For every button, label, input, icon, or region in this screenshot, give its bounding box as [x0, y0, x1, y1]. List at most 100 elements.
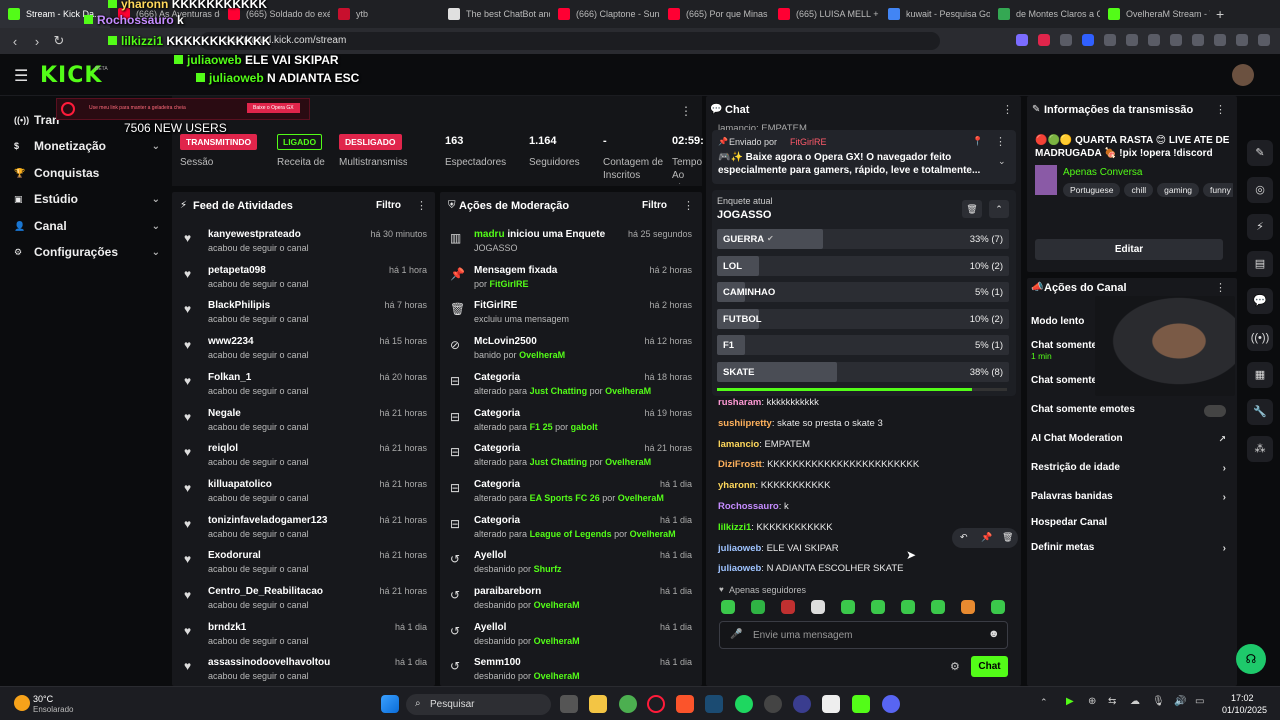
tag-pill[interactable]: funny — [1203, 183, 1233, 197]
user-avatar[interactable] — [1232, 64, 1254, 86]
reply-icon[interactable]: ↶ — [960, 532, 968, 543]
info-menu-icon[interactable]: ⋮ — [1215, 103, 1226, 116]
mod-actor[interactable]: Categoria — [474, 479, 520, 490]
chat-username[interactable]: sushiipretty — [718, 418, 772, 429]
channel-action-row[interactable]: Chat somente emotes — [1031, 404, 1226, 422]
stats-menu-icon[interactable]: ⋮ — [680, 104, 692, 118]
sidebar-item-3[interactable]: ▣ Estúdio ⌄ — [14, 189, 160, 209]
mod-actor[interactable]: Categoria — [474, 408, 520, 419]
mod-detail-link[interactable]: Shurfz — [534, 564, 562, 574]
help-fab[interactable]: ☊ — [1236, 644, 1266, 674]
feed-username[interactable]: Exodorural — [208, 550, 261, 561]
broadcast-tool-icon[interactable]: ((•)) — [1247, 325, 1273, 351]
wrench-tool-icon[interactable]: 🔧 — [1247, 399, 1273, 425]
sidebar-item-1[interactable]: $ Monetização ⌄ — [14, 136, 160, 156]
mod-filter-button[interactable]: Filtro — [642, 200, 667, 211]
pinned-menu-icon[interactable]: ⋮ — [995, 135, 1006, 148]
mod-detail-link[interactable]: OvelheraM — [618, 493, 664, 503]
mod-detail-link[interactable]: OvelheraM — [605, 457, 651, 467]
music-icon[interactable] — [1148, 34, 1160, 46]
feed-username[interactable]: kanyewestprateado — [208, 229, 301, 240]
poll-option[interactable]: CAMINHAO 5% (1) — [717, 282, 1009, 303]
mod-actor[interactable]: Categoria — [474, 443, 520, 454]
feed-username[interactable]: petapeta098 — [208, 265, 266, 276]
chat-username[interactable]: yharonn — [718, 480, 755, 491]
pinned-by-user[interactable]: FitGirlRE — [790, 137, 827, 147]
windows-start-icon[interactable] — [381, 695, 399, 713]
layout-tool-icon[interactable]: ▦ — [1247, 362, 1273, 388]
brave-icon[interactable] — [676, 695, 694, 713]
mic-icon[interactable]: 🎤 — [730, 629, 742, 640]
feed-username[interactable]: killuapatolico — [208, 479, 272, 490]
channel-action-row[interactable]: Palavras banidas › — [1031, 491, 1226, 509]
feed-menu-icon[interactable]: ⋮ — [416, 199, 427, 212]
extension-icon[interactable] — [1016, 34, 1028, 46]
tray-chevron-icon[interactable]: ⌃ — [1040, 697, 1048, 708]
mod-actor[interactable]: madru — [474, 229, 505, 240]
mod-detail-link[interactable]: F1 25 — [530, 422, 553, 432]
battery-icon[interactable]: ▭ — [1195, 696, 1204, 707]
unpin-icon[interactable]: 📍 — [972, 136, 983, 147]
poll-collapse-button[interactable]: ⌃ — [989, 200, 1009, 218]
poll-option[interactable]: FUTBOL 10% (2) — [717, 308, 1009, 329]
tray-icon[interactable]: ☁ — [1130, 696, 1140, 707]
chat-send-button[interactable]: Chat — [971, 656, 1008, 677]
mod-actor[interactable]: McLovin2500 — [474, 336, 537, 347]
hamburger-menu-icon[interactable]: ☰ — [14, 66, 28, 86]
kick-logo[interactable]: KICK — [40, 63, 102, 88]
menu-icon[interactable] — [1258, 34, 1270, 46]
emote-icon[interactable] — [991, 600, 1005, 614]
url-input[interactable]: dashboard.kick.com/stream — [200, 32, 940, 50]
edit-button[interactable]: Editar — [1035, 239, 1223, 260]
feed-filter-button[interactable]: Filtro — [376, 200, 401, 211]
volume-icon[interactable]: 🔊 — [1174, 696, 1186, 707]
steam-icon[interactable] — [705, 695, 723, 713]
delete-message-icon[interactable]: 🗑 — [1002, 532, 1013, 543]
chat-username[interactable]: juliaoweb — [718, 543, 761, 554]
channel-menu-icon[interactable]: ⋮ — [1215, 281, 1226, 294]
sidebar-icon[interactable] — [1170, 34, 1182, 46]
tray-icon[interactable]: ⊕ — [1088, 696, 1096, 707]
pin-message-icon[interactable]: 📌 — [981, 532, 992, 543]
wallet-icon[interactable] — [1192, 34, 1204, 46]
weather-temp[interactable]: 30°C — [33, 694, 53, 704]
mod-actor[interactable]: Semm100 — [474, 657, 521, 668]
feed-username[interactable]: tonizinfaveladogamer123 — [208, 515, 327, 526]
emoji-icon[interactable]: ☻ — [988, 628, 1000, 640]
extension-icon[interactable] — [1126, 34, 1138, 46]
tag-pill[interactable]: Portuguese — [1063, 183, 1121, 197]
app-icon[interactable] — [793, 695, 811, 713]
discord-icon[interactable] — [882, 695, 900, 713]
clock-time[interactable]: 17:02 — [1231, 693, 1254, 703]
mod-detail-link[interactable]: Just Chatting — [530, 457, 588, 467]
extension-icon[interactable] — [1038, 34, 1050, 46]
target-tool-icon[interactable]: ◎ — [1247, 177, 1273, 203]
app-icon[interactable] — [764, 695, 782, 713]
new-tab-icon[interactable]: + — [1216, 6, 1224, 22]
chevron-down-icon[interactable]: ⌄ — [998, 156, 1006, 167]
sidebar-item-2[interactable]: 🏆 Conquistas — [14, 163, 160, 183]
feed-username[interactable]: reiqlol — [208, 443, 238, 454]
chat-username[interactable]: DiziFrostt — [718, 459, 762, 470]
emote-icon[interactable] — [811, 600, 825, 614]
chat-menu-icon[interactable]: ⋮ — [1002, 103, 1013, 116]
chat-input[interactable]: Envie uma mensagem — [753, 630, 853, 641]
extension-icon[interactable] — [1060, 34, 1072, 46]
feed-username[interactable]: assassinodoovelhavoltou — [208, 657, 330, 668]
edit-tool-icon[interactable]: ✎ — [1247, 140, 1273, 166]
mod-detail-link[interactable]: OvelheraM — [630, 529, 676, 539]
mod-actor[interactable]: Categoria — [474, 515, 520, 526]
explorer-icon[interactable] — [589, 695, 607, 713]
taskview-icon[interactable] — [560, 695, 578, 713]
mod-detail-link[interactable]: OvelheraM — [519, 350, 565, 360]
extension-icon[interactable] — [1082, 34, 1094, 46]
mod-actor[interactable]: Mensagem fixada — [474, 265, 557, 276]
download-icon[interactable] — [1214, 34, 1226, 46]
browser-tab[interactable]: (665) Por que Minas G... — [660, 0, 770, 28]
chat-username[interactable]: rusharam — [718, 397, 761, 408]
browser-tab[interactable]: OvelheraM Stream - V... — [1100, 0, 1210, 28]
chrome-icon[interactable] — [619, 695, 637, 713]
browser-tab[interactable]: The best ChatBot and... — [440, 0, 550, 28]
tray-play-icon[interactable]: ▶ — [1066, 696, 1074, 707]
mod-menu-icon[interactable]: ⋮ — [683, 199, 694, 212]
